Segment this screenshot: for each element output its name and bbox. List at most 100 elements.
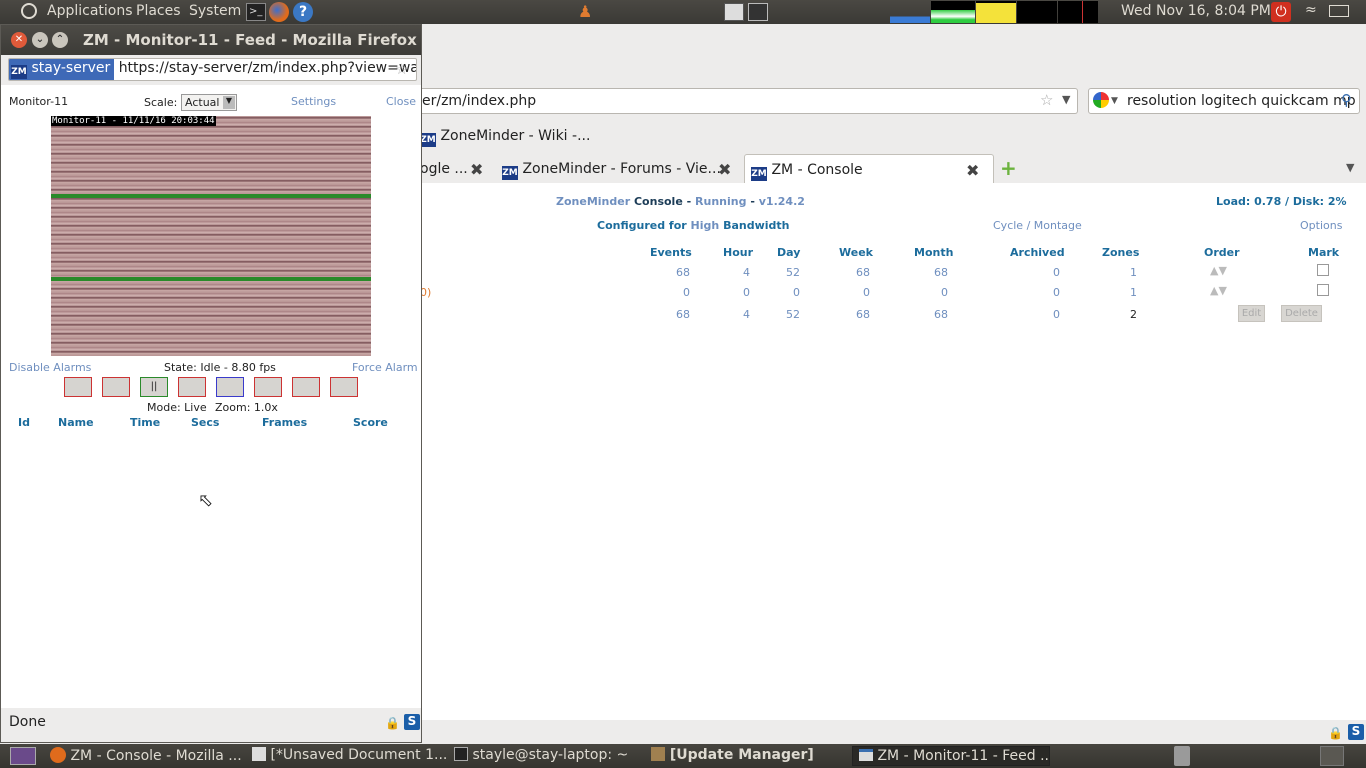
cell-hour[interactable]: 4 — [710, 266, 750, 279]
disable-alarms-link[interactable]: Disable Alarms — [9, 361, 91, 374]
tab-zm-console[interactable]: ZM ZM - Console ✖ — [744, 154, 994, 183]
cell-zones[interactable]: 1 — [1097, 266, 1137, 279]
close-tab-icon[interactable]: ✖ — [718, 160, 731, 179]
version-link[interactable]: v1.24.2 — [759, 195, 805, 208]
cell-month[interactable]: 68 — [908, 266, 948, 279]
main-url-bar[interactable]: er/zm/index.php ☆ ▼ — [420, 88, 1078, 114]
tab-google[interactable]: ogle ... ✖ — [420, 154, 490, 183]
popup-url-bar[interactable]: ZM stay-server https://stay-server/zm/in… — [8, 58, 417, 81]
total-day[interactable]: 52 — [760, 308, 800, 321]
force-alarm-link[interactable]: Force Alarm — [352, 361, 418, 374]
close-tab-icon[interactable]: ✖ — [470, 160, 483, 179]
col-header-archived[interactable]: Archived — [1010, 246, 1065, 259]
trash-icon[interactable] — [1174, 746, 1190, 766]
google-icon[interactable] — [1093, 92, 1109, 108]
bookmark-star-icon[interactable]: ☆ — [395, 60, 408, 78]
lock-screen-icon[interactable] — [748, 3, 768, 21]
terminal-launcher-icon[interactable]: >_ — [246, 3, 266, 21]
col-header-zones[interactable]: Zones — [1102, 246, 1139, 259]
search-icon[interactable]: ⚲ — [1341, 91, 1352, 109]
taskbar-item-zm-monitor[interactable]: ZM - Monitor-11 - Feed ... — [852, 746, 1050, 766]
cell-hour[interactable]: 0 — [710, 286, 750, 299]
taskbar-item-terminal[interactable]: stayle@stay-laptop: ~ — [454, 746, 649, 766]
battery-icon[interactable] — [1329, 5, 1349, 17]
camera-feed-image[interactable]: Monitor-11 - 11/11/16 20:03:44 — [51, 116, 371, 356]
col-header-day[interactable]: Day — [777, 246, 800, 259]
play-button[interactable] — [178, 377, 206, 397]
close-link[interactable]: Close — [386, 95, 416, 108]
taskbar-item-zm-console[interactable]: ZM - Console - Mozilla ... — [50, 746, 245, 766]
slow-forward-button[interactable] — [254, 377, 282, 397]
run-state-link[interactable]: Running — [695, 195, 746, 208]
cell-events[interactable]: 0 — [640, 286, 690, 299]
tab-forums[interactable]: ZM ZoneMinder - Forums - Vie... ✖ — [502, 154, 742, 183]
total-hour[interactable]: 4 — [710, 308, 750, 321]
show-desktop-icon[interactable] — [10, 747, 36, 765]
cell-week[interactable]: 68 — [830, 266, 870, 279]
montage-link[interactable]: Montage — [1034, 219, 1082, 232]
close-window-icon[interactable]: ✕ — [11, 32, 27, 48]
live-button[interactable] — [216, 377, 244, 397]
cycle-link[interactable]: Cycle — [993, 219, 1023, 232]
delete-button[interactable]: Delete — [1281, 305, 1322, 322]
scale-select[interactable]: Actual ▼ — [181, 94, 237, 111]
options-link[interactable]: Options — [1300, 219, 1342, 232]
bookmark-star-icon[interactable]: ☆ — [1040, 91, 1053, 109]
ssl-lock-icon[interactable]: 🔒 — [1328, 726, 1343, 740]
popup-titlebar[interactable]: ✕ ⌄ ⌃ ZM - Monitor-11 - Feed - Mozilla F… — [1, 25, 421, 55]
system-menu[interactable]: System — [189, 3, 241, 19]
edit-button[interactable]: Edit — [1238, 305, 1265, 322]
bandwidth-link[interactable]: High — [691, 219, 720, 232]
total-archived[interactable]: 0 — [1020, 308, 1060, 321]
col-header-events[interactable]: Events — [650, 246, 692, 259]
mark-checkbox[interactable] — [1317, 284, 1329, 296]
shutdown-icon[interactable]: ⏻ — [1271, 2, 1291, 22]
slow-reverse-button[interactable] — [102, 377, 130, 397]
cell-day[interactable]: 0 — [760, 286, 800, 299]
workspace-switcher[interactable] — [1320, 746, 1344, 766]
cell-day[interactable]: 52 — [760, 266, 800, 279]
search-engine-dropdown-icon[interactable]: ▼ — [1111, 96, 1118, 106]
skype-addon-icon[interactable]: S — [1348, 724, 1364, 740]
cell-archived[interactable]: 0 — [1020, 266, 1060, 279]
taskbar-item-gedit[interactable]: [*Unsaved Document 1... — [252, 746, 447, 766]
help-icon[interactable]: ? — [293, 2, 313, 22]
cell-zones[interactable]: 1 — [1097, 286, 1137, 299]
wifi-icon[interactable]: ≈ — [1305, 2, 1317, 18]
total-month[interactable]: 68 — [908, 308, 948, 321]
clock[interactable]: Wed Nov 16, 8:04 PM — [1121, 3, 1271, 19]
col-header-week[interactable]: Week — [839, 246, 873, 259]
minimize-window-icon[interactable]: ⌄ — [32, 32, 48, 48]
search-input[interactable]: resolution logitech quickcam mp — [1127, 93, 1356, 109]
order-arrows-icon[interactable]: ▲▼ — [1210, 284, 1227, 297]
pause-button[interactable]: || — [140, 377, 168, 397]
tab-list-dropdown-icon[interactable]: ▼ — [1346, 161, 1354, 174]
screenshot-applet-icon[interactable] — [724, 3, 744, 21]
total-week[interactable]: 68 — [830, 308, 870, 321]
maximize-window-icon[interactable]: ⌃ — [52, 32, 68, 48]
col-header-hour[interactable]: Hour — [723, 246, 753, 259]
firefox-launcher-icon[interactable] — [269, 2, 289, 22]
new-tab-icon[interactable]: + — [1000, 156, 1017, 180]
taskbar-item-update-manager[interactable]: [Update Manager] — [651, 746, 849, 766]
settings-link[interactable]: Settings — [291, 95, 336, 108]
total-events[interactable]: 68 — [640, 308, 690, 321]
skype-addon-icon[interactable]: S — [404, 714, 420, 730]
cell-week[interactable]: 0 — [830, 286, 870, 299]
zoom-out-button[interactable] — [330, 377, 358, 397]
fast-reverse-button[interactable] — [64, 377, 92, 397]
ubuntu-logo-icon[interactable] — [21, 3, 37, 19]
mark-checkbox[interactable] — [1317, 264, 1329, 276]
user-switch-icon[interactable]: ♟ — [578, 2, 598, 22]
site-identity[interactable]: ZM stay-server — [9, 59, 115, 80]
places-menu[interactable]: Places — [136, 3, 181, 19]
close-tab-icon[interactable]: ✖ — [966, 161, 979, 180]
cell-events[interactable]: 68 — [640, 266, 690, 279]
search-bar[interactable]: ▼ resolution logitech quickcam mp ⚲ — [1088, 88, 1360, 114]
cell-archived[interactable]: 0 — [1020, 286, 1060, 299]
order-arrows-icon[interactable]: ▲▼ — [1210, 264, 1227, 277]
cell-month[interactable]: 0 — [908, 286, 948, 299]
ssl-lock-icon[interactable]: 🔒 — [385, 716, 400, 730]
app-name[interactable]: ZoneMinder — [556, 195, 630, 208]
applications-menu[interactable]: Applications — [47, 3, 133, 19]
